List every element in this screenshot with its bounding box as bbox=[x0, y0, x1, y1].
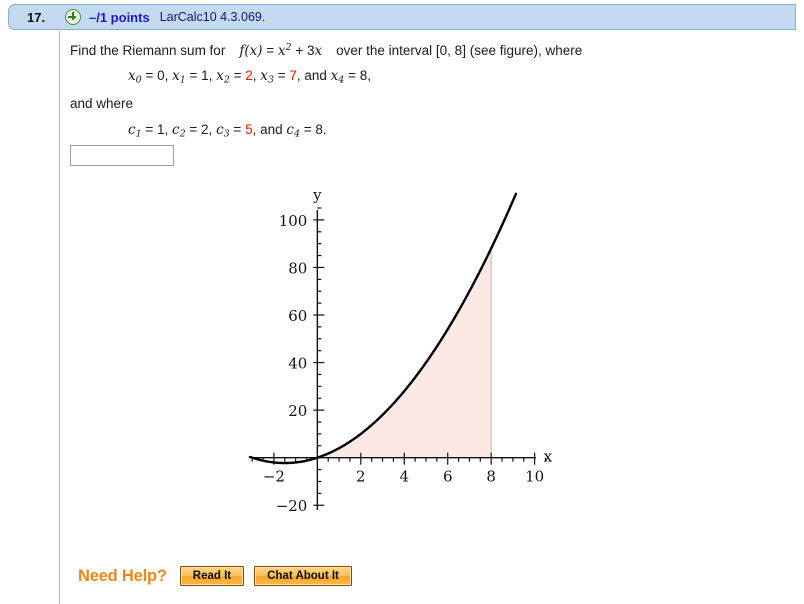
svg-text:20: 20 bbox=[288, 402, 307, 420]
c1-symbol: c bbox=[128, 122, 136, 138]
x0-symbol: x bbox=[128, 68, 136, 84]
term-x-linear: x bbox=[314, 42, 323, 59]
problem-x-partition-values: x0 = 0, x1 = 1, x2 = 2, x3 = 7, and x4 =… bbox=[128, 68, 372, 86]
problem-statement-line-1: Find the Riemann sum for f(x) = x2 + 3x ov… bbox=[70, 42, 582, 59]
x1-symbol: x bbox=[172, 68, 180, 84]
c4-symbol: c bbox=[286, 122, 294, 138]
x3-symbol: x bbox=[260, 68, 268, 84]
c3-symbol: c bbox=[216, 122, 224, 138]
x2-symbol: x bbox=[216, 68, 224, 84]
svg-text:80: 80 bbox=[288, 259, 307, 277]
question-number: 17. bbox=[27, 9, 46, 25]
svg-text:2: 2 bbox=[356, 468, 366, 486]
x0-subscript: 0 bbox=[135, 74, 142, 86]
riemann-sum-figure: −2 2 4 6 8 10 x −20 20 40 60 80 100 y bbox=[150, 178, 570, 558]
x3-subscript: 3 bbox=[267, 74, 274, 86]
riemann-sum-plot: −2 2 4 6 8 10x −20 20 40 60 80 100y bbox=[248, 186, 553, 515]
equals-sign: = bbox=[266, 42, 275, 58]
x1-subscript: 1 bbox=[179, 74, 186, 86]
svg-text:y: y bbox=[312, 186, 322, 204]
x0-value: 0 bbox=[157, 68, 165, 83]
c2-subscript: 2 bbox=[179, 128, 186, 140]
x2-subscript: 2 bbox=[223, 74, 230, 86]
svg-text:60: 60 bbox=[288, 307, 307, 325]
c4-value: 8 bbox=[315, 122, 323, 137]
question-header-bar: 17. –/1 points LarCalc10 4.3.069. bbox=[8, 4, 796, 30]
c1-value: 1 bbox=[157, 122, 165, 137]
content-divider-line bbox=[59, 31, 60, 604]
svg-text:10: 10 bbox=[525, 468, 544, 486]
x3-value: 7 bbox=[289, 68, 297, 83]
c1-subscript: 1 bbox=[135, 128, 142, 140]
exponent-2: 2 bbox=[285, 42, 292, 53]
problem-text-tail: over the interval [0, 8] (see figure), w… bbox=[336, 42, 583, 58]
svg-text:−20: −20 bbox=[276, 497, 308, 515]
c3-subscript: 3 bbox=[223, 128, 230, 140]
and-conjunction-x: and bbox=[304, 68, 327, 83]
plus-circle-icon[interactable] bbox=[65, 9, 81, 25]
need-help-row: Need Help? Read It Chat About It bbox=[78, 566, 362, 586]
c2-value: 2 bbox=[201, 122, 209, 137]
svg-text:100: 100 bbox=[279, 212, 308, 230]
function-arg: (x) bbox=[244, 42, 263, 59]
problem-text-lead: Find the Riemann sum for bbox=[70, 42, 226, 58]
x4-subscript: 4 bbox=[338, 74, 345, 86]
answer-input[interactable] bbox=[70, 145, 174, 166]
problem-statement-line-3: and where bbox=[70, 96, 134, 111]
x2-value: 2 bbox=[245, 68, 253, 83]
plus-three: + 3 bbox=[295, 42, 315, 58]
c4-subscript: 4 bbox=[293, 128, 300, 140]
c3-value: 5 bbox=[245, 122, 253, 137]
problem-c-sample-values: c1 = 1, c2 = 2, c3 = 5, and c4 = 8. bbox=[128, 122, 327, 140]
c2-symbol: c bbox=[172, 122, 180, 138]
svg-text:4: 4 bbox=[399, 468, 409, 486]
chat-about-it-button-label: Chat About It bbox=[255, 567, 351, 585]
question-reference: LarCalc10 4.3.069. bbox=[159, 10, 266, 24]
svg-text:40: 40 bbox=[288, 355, 307, 373]
svg-text:x: x bbox=[544, 448, 553, 466]
svg-text:−2: −2 bbox=[263, 468, 285, 486]
points-label: –/1 points bbox=[89, 9, 150, 25]
svg-text:8: 8 bbox=[486, 468, 496, 486]
need-help-label: Need Help? bbox=[78, 566, 167, 585]
term-x: x bbox=[277, 42, 286, 59]
svg-text:6: 6 bbox=[443, 468, 453, 486]
x-values-trailing-punctuation: , bbox=[367, 68, 372, 83]
read-it-button-label: Read It bbox=[180, 567, 244, 585]
c-values-trailing-punctuation: . bbox=[322, 122, 327, 137]
x1-value: 1 bbox=[201, 68, 209, 83]
chat-about-it-button[interactable]: Chat About It bbox=[254, 566, 352, 586]
read-it-button[interactable]: Read It bbox=[179, 566, 245, 586]
and-conjunction-c: and bbox=[260, 122, 283, 137]
